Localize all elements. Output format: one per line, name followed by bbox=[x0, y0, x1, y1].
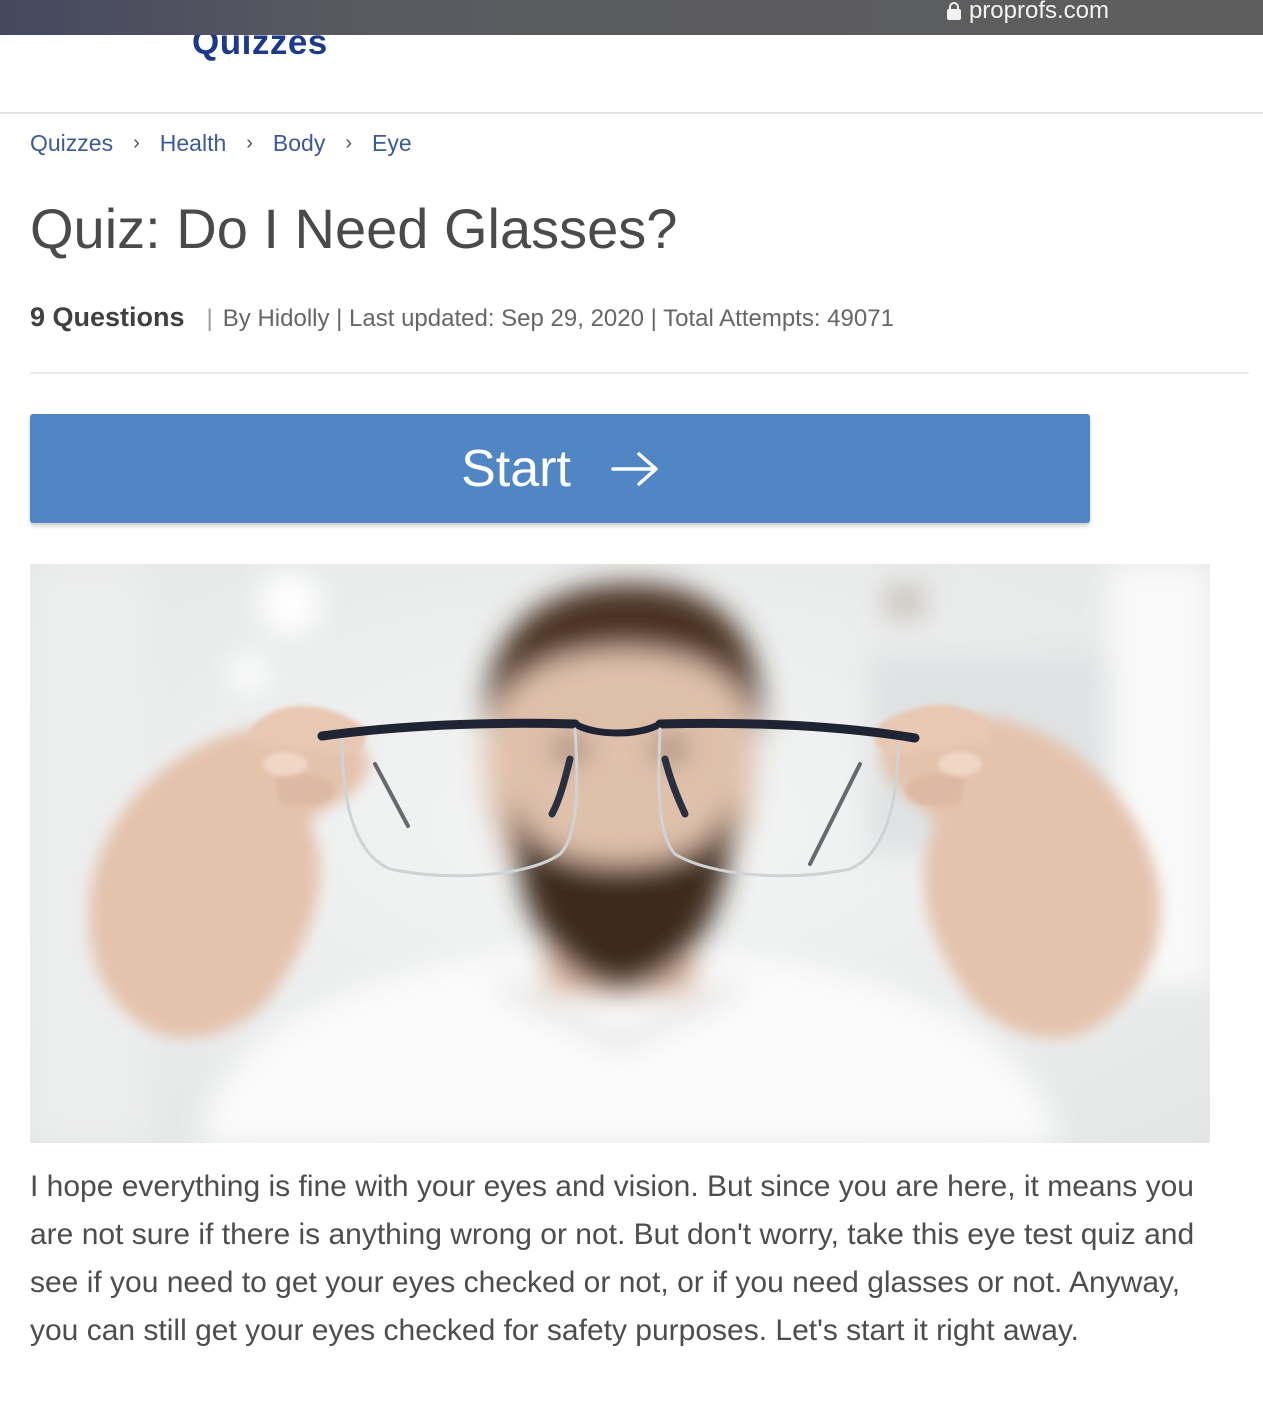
question-count: 9 Questions bbox=[30, 302, 185, 332]
quiz-byline: By Hidolly | Last updated: Sep 29, 2020 … bbox=[222, 305, 894, 332]
breadcrumb-separator: › bbox=[246, 132, 253, 154]
breadcrumb-separator: › bbox=[345, 132, 353, 154]
breadcrumb-link-health[interactable]: Health bbox=[160, 130, 226, 157]
breadcrumb: Quizzes › Health › Body › Eye bbox=[30, 130, 412, 157]
breadcrumb-link-eye[interactable]: Eye bbox=[372, 130, 412, 157]
lock-icon bbox=[946, 2, 961, 20]
meta-separator: | bbox=[206, 305, 213, 332]
quiz-description: I hope everything is fine with your eyes… bbox=[30, 1170, 1195, 1347]
browser-status-bar: proprofs.com bbox=[0, 0, 1263, 35]
site-logo[interactable]: Quizzes bbox=[192, 35, 328, 63]
start-button-label: Start bbox=[461, 439, 571, 498]
breadcrumb-link-body[interactable]: Body bbox=[273, 130, 325, 157]
start-button[interactable]: Start bbox=[30, 414, 1090, 523]
quiz-hero-image bbox=[30, 564, 1210, 1143]
hero-illustration bbox=[30, 564, 1210, 1143]
breadcrumb-link-quizzes[interactable]: Quizzes bbox=[30, 130, 113, 157]
url-display[interactable]: proprofs.com bbox=[946, 0, 1109, 26]
arrow-right-icon bbox=[611, 451, 658, 486]
url-text: proprofs.com bbox=[968, 0, 1109, 24]
divider bbox=[30, 372, 1249, 374]
page-title: Quiz: Do I Need Glasses? bbox=[30, 197, 678, 260]
site-header: Quizzes bbox=[0, 35, 1263, 114]
breadcrumb-separator: › bbox=[133, 132, 140, 154]
quiz-meta: 9 Questions | By Hidolly | Last updated:… bbox=[30, 302, 894, 333]
